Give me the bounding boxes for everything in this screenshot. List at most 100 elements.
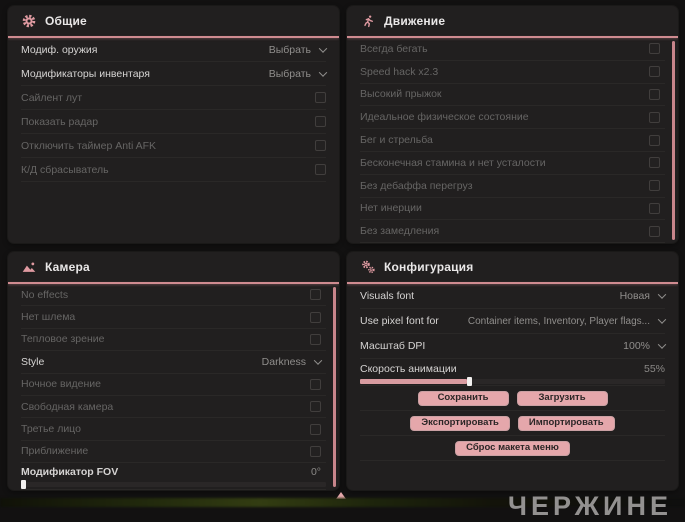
row-no-slowdown[interactable]: Без замедления xyxy=(360,220,665,243)
gears-icon xyxy=(360,260,376,274)
scrollbar[interactable] xyxy=(672,41,675,240)
chevron-down-icon xyxy=(318,67,328,77)
row-use-pixel-font: Use pixel font for Container items, Inve… xyxy=(360,309,667,334)
checkbox[interactable] xyxy=(649,88,660,100)
pixel-font-dropdown[interactable]: Container items, Inventory, Player flags… xyxy=(468,315,667,327)
slider-handle[interactable] xyxy=(466,377,472,386)
weapon-mod-dropdown[interactable]: Выбрать xyxy=(268,43,328,56)
button-row-reset: Сброс макета меню xyxy=(360,436,665,461)
checkbox[interactable] xyxy=(310,445,321,457)
panel-camera-header[interactable]: Камера xyxy=(8,252,339,282)
checkbox[interactable] xyxy=(649,43,660,55)
checkbox[interactable] xyxy=(310,333,321,345)
row-label: Высокий прыжок xyxy=(360,88,442,101)
slider-handle[interactable] xyxy=(21,480,26,490)
row-silent-loot[interactable]: Сайлент лут xyxy=(21,86,326,110)
row-label: Ночное видение xyxy=(21,378,101,391)
checkbox[interactable] xyxy=(310,378,321,390)
row-run-and-shoot[interactable]: Бег и стрельба xyxy=(360,129,665,152)
checkbox[interactable] xyxy=(649,180,660,192)
row-no-inertia[interactable]: Нет инерции xyxy=(360,198,665,221)
checkbox[interactable] xyxy=(315,140,326,151)
row-label: Скорость анимации xyxy=(360,363,457,375)
reset-menu-layout-button[interactable]: Сброс макета меню xyxy=(455,440,570,456)
animation-speed-slider[interactable] xyxy=(360,377,665,386)
row-label: Тепловое зрение xyxy=(21,333,105,346)
row-no-overload-debuff[interactable]: Без дебаффа перегруз xyxy=(360,175,665,198)
row-speed-hack[interactable]: Speed hack x2.3 xyxy=(360,61,665,84)
checkbox[interactable] xyxy=(310,401,321,413)
checkbox[interactable] xyxy=(310,289,321,301)
checkbox[interactable] xyxy=(315,92,326,103)
chevron-down-icon xyxy=(313,356,323,365)
row-visuals-font: Visuals font Новая xyxy=(360,284,667,309)
panel-config: Конфигурация Visuals font Новая Use pixe… xyxy=(347,252,678,490)
checkbox[interactable] xyxy=(315,116,326,127)
dropdown-value: Выбрать xyxy=(268,67,311,80)
style-dropdown[interactable]: Darkness xyxy=(262,356,323,368)
inventory-mods-dropdown[interactable]: Выбрать xyxy=(268,67,328,80)
image-icon xyxy=(21,261,37,273)
checkbox[interactable] xyxy=(649,134,660,146)
scrollbar[interactable] xyxy=(333,287,336,487)
row-no-effects[interactable]: No effects xyxy=(21,284,326,307)
row-thermal-vision[interactable]: Тепловое зрение xyxy=(21,329,326,352)
panel-config-header[interactable]: Конфигурация xyxy=(347,252,678,282)
row-label: Speed hack x2.3 xyxy=(360,65,439,78)
row-inventory-mods: Модификаторы инвентаря Выбрать xyxy=(21,62,328,86)
chevron-down-icon xyxy=(657,315,667,324)
fov-slider[interactable] xyxy=(21,480,326,490)
import-button[interactable]: Импортировать xyxy=(517,415,615,431)
row-label: Нет шлема xyxy=(21,311,76,324)
row-label: Модиф. оружия xyxy=(21,43,98,56)
row-label: Без дебаффа перегруз xyxy=(360,179,473,192)
checkbox[interactable] xyxy=(310,423,321,435)
dpi-scale-dropdown[interactable]: 100% xyxy=(623,340,667,352)
checkbox[interactable] xyxy=(649,225,660,237)
row-high-jump[interactable]: Высокий прыжок xyxy=(360,84,665,107)
panel-general: Общие Модиф. оружия Выбрать Модификаторы… xyxy=(8,6,339,243)
panel-movement: Движение Всегда бегать Speed hack x2.3 В… xyxy=(347,6,678,243)
row-label: Масштаб DPI xyxy=(360,340,426,352)
row-label: Всегда бегать xyxy=(360,42,428,55)
row-cooldown-resetter[interactable]: К/Д сбрасыватель xyxy=(21,158,326,182)
row-show-radar[interactable]: Показать радар xyxy=(21,110,326,134)
runner-icon xyxy=(360,14,376,28)
panel-camera: Камера No effects Нет шлема Тепловое зре… xyxy=(8,252,339,490)
row-label: Без замедления xyxy=(360,225,440,238)
row-label: Сайлент лут xyxy=(21,91,83,104)
row-label: Use pixel font for xyxy=(360,315,439,327)
panel-movement-header[interactable]: Движение xyxy=(347,6,678,36)
row-label: Третье лицо xyxy=(21,423,81,436)
row-zoom[interactable]: Приближение xyxy=(21,441,326,464)
row-disable-anti-afk-timer[interactable]: Отключить таймер Anti AFK xyxy=(21,134,326,158)
export-button[interactable]: Экспортировать xyxy=(410,415,510,431)
checkbox[interactable] xyxy=(649,66,660,78)
chevron-down-icon xyxy=(657,340,667,349)
dropdown-value: Новая xyxy=(619,290,650,302)
row-always-run[interactable]: Всегда бегать xyxy=(360,38,665,61)
checkbox[interactable] xyxy=(649,202,660,214)
row-label: Идеальное физическое состояние xyxy=(360,111,529,124)
row-no-helmet[interactable]: Нет шлема xyxy=(21,306,326,329)
load-button[interactable]: Загрузить xyxy=(516,390,608,406)
row-night-vision[interactable]: Ночное видение xyxy=(21,374,326,396)
visuals-font-dropdown[interactable]: Новая xyxy=(619,290,667,302)
row-label: Модификатор FOV xyxy=(21,466,119,479)
row-label: Модификаторы инвентаря xyxy=(21,67,150,80)
row-infinite-stamina[interactable]: Бесконечная стамина и нет усталости xyxy=(360,152,665,175)
checkbox[interactable] xyxy=(649,111,660,123)
row-style: Style Darkness xyxy=(21,351,326,374)
row-free-camera[interactable]: Свободная камера xyxy=(21,396,326,419)
slider-track xyxy=(21,482,326,488)
checkbox[interactable] xyxy=(310,311,321,323)
checkbox[interactable] xyxy=(649,157,660,169)
panel-general-header[interactable]: Общие xyxy=(8,6,339,36)
save-button[interactable]: Сохранить xyxy=(417,390,509,406)
row-perfect-physical-condition[interactable]: Идеальное физическое состояние xyxy=(360,106,665,130)
row-label: No effects xyxy=(21,288,69,301)
checkbox[interactable] xyxy=(315,164,326,175)
dropdown-value: Выбрать xyxy=(268,43,311,56)
gear-icon xyxy=(21,14,37,28)
row-third-person[interactable]: Третье лицо xyxy=(21,418,326,441)
